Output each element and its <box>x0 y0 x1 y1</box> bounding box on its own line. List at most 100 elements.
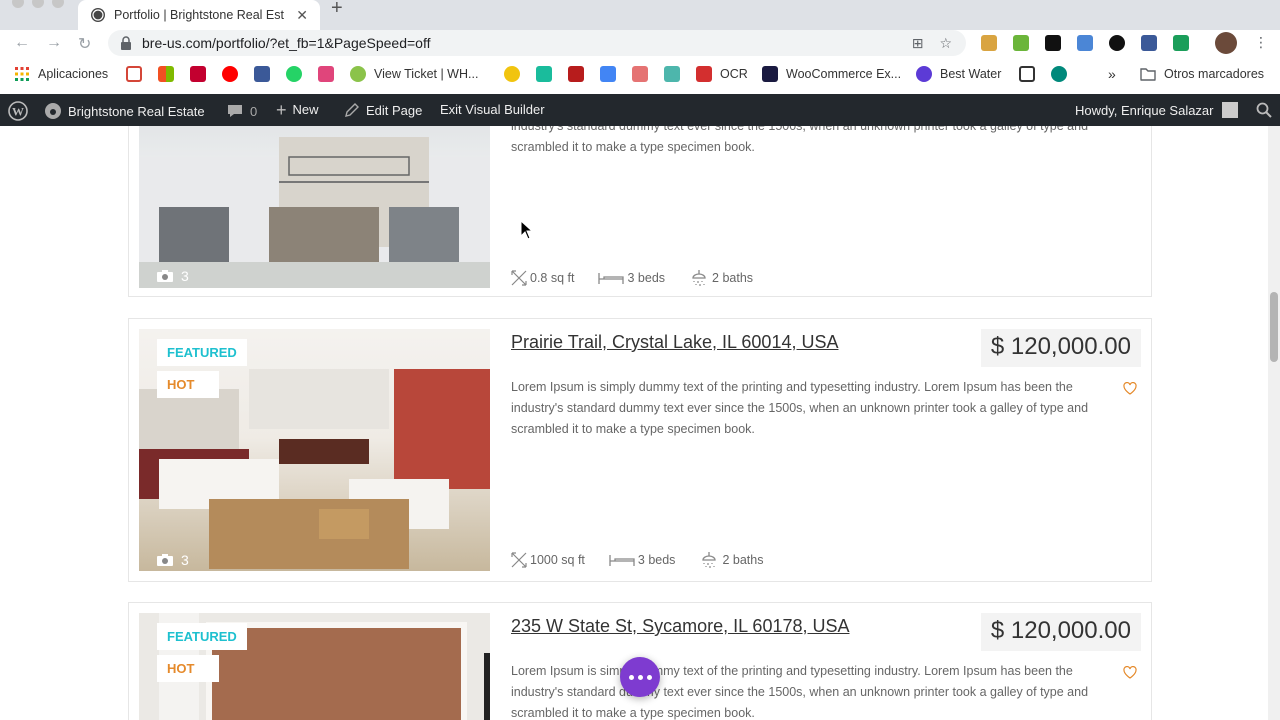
download-extension-icon[interactable] <box>1013 35 1029 51</box>
baths-value: 2 baths <box>722 553 764 567</box>
listing-photo[interactable]: 3 <box>139 126 490 288</box>
url-text: bre-us.com/portfolio/?et_fb=1&PageSpeed=… <box>142 35 431 51</box>
bookmark-icon[interactable] <box>632 66 656 82</box>
profile-avatar[interactable] <box>1215 32 1237 54</box>
window-controls[interactable] <box>12 0 64 8</box>
new-label: New <box>292 102 319 117</box>
tab-title: Portfolio | Brightstone Real Est <box>114 8 284 22</box>
facebook-bookmark-icon[interactable] <box>254 66 278 82</box>
photo-count: 3 <box>157 268 189 284</box>
browser-tab[interactable]: Portfolio | Brightstone Real Est ✕ <box>78 0 320 30</box>
comments-count: 0 <box>250 103 258 119</box>
comments-link[interactable]: 0 <box>226 102 257 120</box>
facebook-extension-icon[interactable] <box>1141 35 1157 51</box>
scrollbar-thumb[interactable] <box>1270 292 1278 362</box>
favorite-heart-icon[interactable] <box>1123 382 1137 395</box>
address-bar[interactable]: bre-us.com/portfolio/?et_fb=1&PageSpeed=… <box>108 30 966 56</box>
folder-icon <box>1140 68 1156 81</box>
wordpress-logo-icon[interactable]: W <box>8 101 28 121</box>
bookmark-best-water[interactable]: Best Water <box>916 66 1001 82</box>
bookmark-label: OCR <box>720 67 748 81</box>
microsoft-bookmark-icon[interactable] <box>158 66 182 82</box>
camera-icon <box>157 554 173 566</box>
menu-icon[interactable]: ⋮ <box>1254 34 1268 51</box>
whatsapp-bookmark-icon[interactable] <box>286 66 310 82</box>
site-name: Brightstone Real Estate <box>68 103 205 119</box>
listing-photo[interactable]: FEATURED HOT 3 <box>139 329 490 571</box>
wordpress-favicon-icon <box>91 8 105 22</box>
extension-icon[interactable] <box>981 35 997 51</box>
listing-card: FEATURED HOT 3 Prairie Trail, Crystal La… <box>128 318 1152 582</box>
best-water-bookmark-icon <box>916 66 932 82</box>
photo-count: 3 <box>157 552 189 568</box>
user-avatar <box>1221 102 1238 118</box>
forward-icon[interactable]: → <box>46 34 62 52</box>
new-tab-icon[interactable]: + <box>331 0 343 18</box>
translate-icon[interactable]: ⊞ <box>912 35 924 52</box>
bookmark-woocommerce[interactable]: WooCommerce Ex... <box>762 66 901 82</box>
bookmark-icon[interactable] <box>1051 66 1075 82</box>
area-value: 1000 sq ft <box>530 553 585 567</box>
bookmark-icon[interactable] <box>190 66 214 82</box>
gmail-bookmark-icon[interactable] <box>126 66 150 82</box>
listing-card: 3 industry's standard dummy text ever si… <box>128 126 1152 297</box>
desc-line: scrambled it to make a type specimen boo… <box>511 422 755 436</box>
gear-bookmark-icon <box>350 66 366 82</box>
bookmark-icon[interactable] <box>568 66 592 82</box>
portfolio-content: 3 industry's standard dummy text ever si… <box>0 126 1280 720</box>
bookmark-label: Otros marcadores <box>1164 67 1265 81</box>
bookmark-star-icon[interactable]: ☆ <box>939 35 952 52</box>
bookmark-label: View Ticket | WH... <box>374 67 479 81</box>
area-info: 1000 sq ft <box>511 552 585 568</box>
listing-meta: 1000 sq ft 3 beds 2 baths <box>511 551 787 569</box>
beds-info: 3 beds <box>609 553 675 567</box>
listing-photo[interactable]: FEATURED HOT <box>139 613 490 720</box>
site-name-link[interactable]: Brightstone Real Estate <box>44 102 205 120</box>
admin-search-icon[interactable] <box>1256 102 1272 118</box>
bookmark-view-ticket[interactable]: View Ticket | WH... <box>350 66 478 82</box>
extension-icon[interactable] <box>1173 35 1189 51</box>
google-translate-bookmark-icon[interactable] <box>600 66 624 82</box>
listing-description: Lorem Ipsum is simply dummy text of the … <box>511 661 1111 720</box>
listing-title-link[interactable]: Prairie Trail, Crystal Lake, IL 60014, U… <box>511 332 838 353</box>
back-icon[interactable]: ← <box>14 34 30 52</box>
extension-icon[interactable] <box>1077 35 1093 51</box>
listing-description: industry's standard dummy text ever sinc… <box>511 126 1111 158</box>
youtube-bookmark-icon[interactable] <box>222 66 246 82</box>
listing-price: $ 120,000.00 <box>980 613 1141 651</box>
new-content-link[interactable]: + New <box>276 101 319 119</box>
photo-count-value: 3 <box>181 268 189 284</box>
apps-grid-icon <box>15 67 29 81</box>
desc-line: Lorem Ipsum is simply dummy text of the … <box>511 380 1073 394</box>
howdy-text: Howdy, Enrique Salazar <box>1075 102 1214 118</box>
bookmark-icon[interactable] <box>536 66 560 82</box>
edit-page-link[interactable]: Edit Page <box>344 102 422 118</box>
shield-extension-icon[interactable] <box>1109 35 1125 51</box>
tab-close-icon[interactable]: ✕ <box>296 7 308 24</box>
baths-value: 2 baths <box>712 271 754 285</box>
baths-info: 2 baths <box>699 551 763 569</box>
favorite-heart-icon[interactable] <box>1123 666 1137 679</box>
bookmark-icon[interactable] <box>318 66 342 82</box>
bookmark-icon[interactable] <box>504 66 528 82</box>
ocr-bookmark-icon <box>696 66 712 82</box>
bed-icon <box>609 555 635 566</box>
bookmark-apps[interactable]: Aplicaciones <box>14 66 108 82</box>
area-icon <box>511 552 527 568</box>
beds-value: 3 beds <box>627 271 666 285</box>
extension-icon[interactable] <box>1045 35 1061 51</box>
account-menu[interactable]: Howdy, Enrique Salazar <box>1075 102 1238 118</box>
listing-title-link[interactable]: 235 W State St, Sycamore, IL 60178, USA <box>511 616 850 637</box>
baths-info: 2 baths <box>689 269 753 287</box>
bookmark-ocr[interactable]: OCR <box>696 66 748 82</box>
bookmark-icon[interactable] <box>1019 66 1043 82</box>
exit-visual-builder-link[interactable]: Exit Visual Builder <box>440 102 545 117</box>
visual-builder-menu-button[interactable] <box>620 657 660 697</box>
page-scrollbar[interactable] <box>1268 126 1280 720</box>
code-bookmark-icon[interactable] <box>664 66 688 82</box>
svg-text:W: W <box>12 105 24 119</box>
reload-icon[interactable]: ↻ <box>78 34 91 54</box>
more-bookmarks-icon[interactable]: » <box>1108 66 1116 82</box>
bookmark-other-folder[interactable]: Otros marcadores <box>1140 66 1264 82</box>
desc-line: industry's standard dummy text ever sinc… <box>511 126 1089 133</box>
